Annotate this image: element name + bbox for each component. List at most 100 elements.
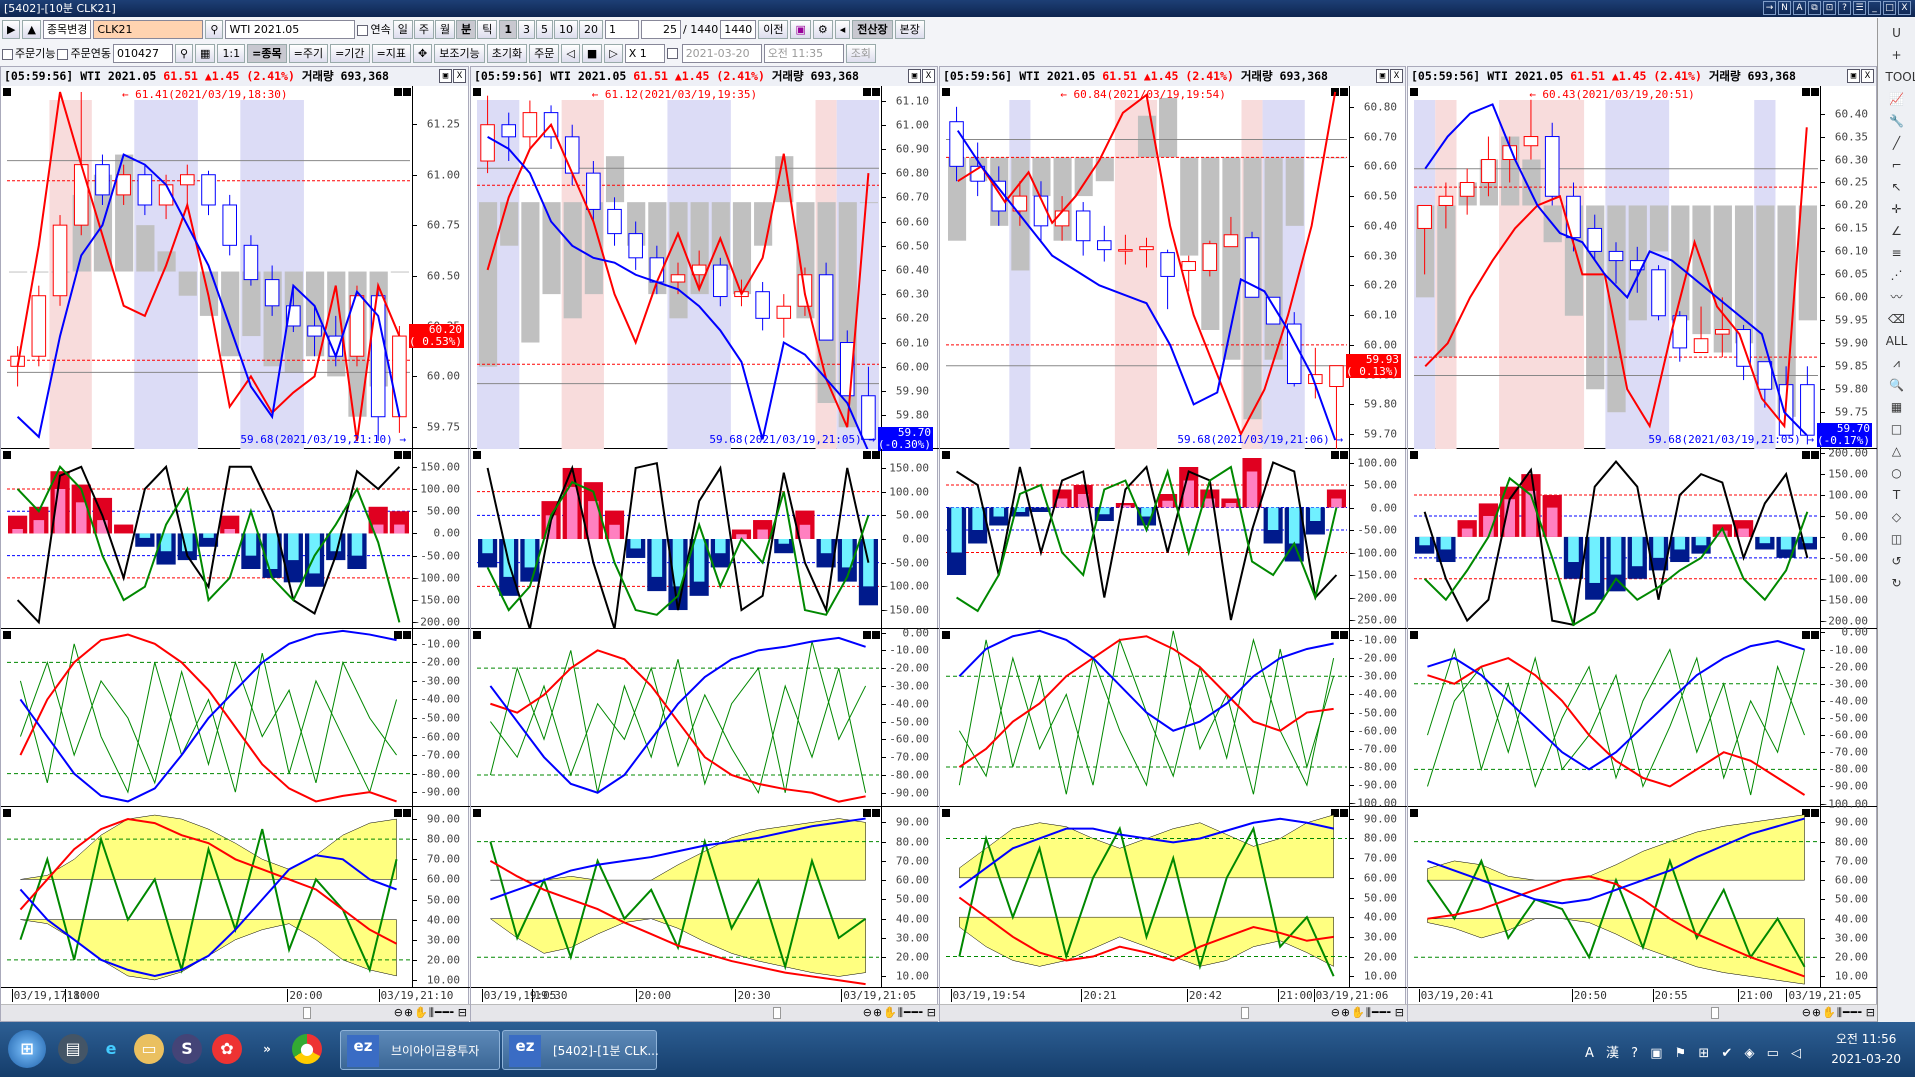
calculator-icon[interactable]: ▦ — [195, 43, 216, 63]
drawing-tool-icon[interactable]: ∠ — [1886, 222, 1908, 241]
order-function-checkbox[interactable]: 주문기능 — [2, 45, 55, 61]
gear-icon[interactable]: ⚙ — [812, 19, 833, 39]
maximize-icon[interactable]: ▣ — [439, 69, 452, 83]
oscillator-subchart[interactable]: 150.00 100.00 50.00 0.00 -50.00 -100.00 -150.0… — [1, 449, 470, 629]
oscillator-subchart[interactable]: 150.00 100.00 50.00 0.00 -50.00 -100.00 -150.0… — [471, 449, 939, 629]
reset-button[interactable]: 초기화 — [486, 43, 528, 63]
subchart-canvas[interactable] — [1414, 807, 1818, 988]
period-tab-0[interactable]: 일 — [392, 19, 413, 39]
window-control-button[interactable]: ☰ — [1853, 1, 1866, 15]
horizontal-scrollbar[interactable]: ⊖⊕✋⫼━━╸⊟ — [940, 1004, 1407, 1021]
more-icon[interactable]: » — [252, 1034, 282, 1064]
symbol-change-select[interactable]: 종목변경 — [42, 19, 92, 39]
window-control-button[interactable]: ⧉ — [1808, 1, 1821, 15]
drawing-tool-icon[interactable]: U — [1886, 24, 1908, 43]
time-picker[interactable]: 오전 11:35 — [763, 43, 844, 63]
interval-button-4[interactable]: 20 — [579, 19, 604, 39]
subchart-canvas[interactable] — [1414, 449, 1818, 629]
subchart-canvas[interactable] — [946, 807, 1347, 988]
window-control-button[interactable]: ⊡ — [1823, 1, 1836, 15]
stochastic-subchart[interactable]: 90.00 80.00 70.00 60.00 50.00 40.00 30.00 20.00… — [471, 807, 939, 988]
drawing-tool-icon[interactable]: 〰 — [1886, 288, 1908, 307]
clock[interactable]: 오전 11:56 2021-03-20 — [1831, 1029, 1901, 1069]
subchart-canvas[interactable] — [946, 449, 1347, 629]
maximize-icon[interactable]: ▣ — [1376, 69, 1389, 83]
drawing-tool-icon[interactable]: ╱ — [1886, 134, 1908, 153]
momentum-subchart[interactable]: -10.00 -20.00 -30.00 -40.00 -50.00 -60.00 -70.… — [1, 629, 470, 807]
oscillator-subchart[interactable]: 100.00 50.00 0.00 -50.00 -100.00 -150.00 -200.… — [940, 449, 1407, 629]
price-subchart[interactable]: 60.80 60.70 60.60 60.50 60.40 60.30 60.20 60.10… — [940, 86, 1407, 449]
close-icon[interactable]: X — [453, 69, 466, 83]
total-input[interactable]: 1440 — [720, 19, 757, 39]
nav-icon[interactable]: ▶ — [2, 19, 21, 39]
zoom-in-icon[interactable]: ⊕ — [1812, 1006, 1822, 1019]
momentum-subchart[interactable]: 0.00 -10.00 -20.00 -30.00 -40.00 -50.00 -60.00… — [1408, 626, 1878, 810]
period-tab-1[interactable]: 주 — [413, 19, 434, 39]
window-control-button[interactable]: X — [1898, 1, 1911, 15]
drawing-tool-icon[interactable]: ⩘ — [1886, 354, 1908, 373]
stochastic-subchart[interactable]: 90.00 80.00 70.00 60.00 50.00 40.00 30.00 20.00… — [940, 807, 1407, 988]
drawing-tool-icon[interactable]: 🔍 — [1886, 376, 1908, 395]
close-icon[interactable]: X — [1390, 69, 1403, 83]
save-icon[interactable]: ▣ — [790, 19, 811, 39]
pan-hand-icon[interactable]: ✋ — [1351, 1006, 1366, 1019]
indicator-button[interactable]: =지표 — [371, 43, 412, 63]
zoom-select[interactable]: X 1 — [624, 43, 665, 63]
scroll-thumb[interactable] — [772, 1007, 781, 1019]
period-tab-3[interactable]: 분 — [456, 19, 477, 39]
subchart-canvas[interactable] — [477, 807, 879, 988]
scroll-thumb[interactable] — [1711, 1007, 1719, 1019]
split-icon[interactable]: ⊟ — [458, 1006, 468, 1019]
cycle-button[interactable]: =주기 — [288, 43, 329, 63]
app-s-icon[interactable]: S — [172, 1034, 202, 1064]
close-icon[interactable]: X — [922, 69, 935, 83]
oscillator-subchart[interactable]: 200.00 150.00 100.00 50.00 0.00 -50.00 -100.00… — [1408, 447, 1878, 629]
pan-hand-icon[interactable]: ✋ — [883, 1006, 898, 1019]
zoom-slider[interactable]: ━━╸ — [435, 1006, 458, 1019]
order-link-checkbox[interactable]: 주문연동 — [57, 45, 111, 61]
drawing-tool-icon[interactable]: TOOL — [1886, 68, 1915, 87]
horizontal-scrollbar[interactable]: ⊖⊕✋⫼━━╸⊟ — [1408, 1004, 1878, 1021]
horizontal-scrollbar[interactable]: ⊖⊕✋⫼━━╸⊟ — [1, 1004, 470, 1021]
pan-hand-icon[interactable]: ✋ — [414, 1006, 429, 1019]
window-control-button[interactable]: A — [1793, 1, 1806, 15]
symbol-code-input[interactable]: CLK21 — [93, 19, 204, 39]
zoom-slider[interactable]: ━━╸ — [904, 1006, 927, 1019]
period-tab-2[interactable]: 월 — [434, 19, 456, 39]
zoom-out-icon[interactable]: ⊖ — [863, 1006, 873, 1019]
maximize-icon[interactable]: ▣ — [908, 69, 921, 83]
zoom-out-icon[interactable]: ⊖ — [394, 1006, 404, 1019]
drawing-tool-icon[interactable]: ✛ — [1886, 200, 1908, 219]
one-to-one-icon[interactable]: 1:1 — [217, 43, 246, 63]
drawing-tool-icon[interactable]: 🔧 — [1886, 112, 1908, 131]
maximize-icon[interactable]: ▣ — [1847, 69, 1860, 83]
aux-button[interactable]: 보조기능 — [434, 43, 485, 63]
subchart-canvas[interactable] — [1414, 629, 1818, 807]
split-icon[interactable]: ⊟ — [927, 1006, 937, 1019]
drawing-tool-icon[interactable]: ↖ — [1886, 178, 1908, 197]
chrome-icon[interactable]: ● — [292, 1034, 322, 1064]
subchart-canvas[interactable] — [477, 86, 879, 449]
scroll-thumb[interactable] — [303, 1007, 312, 1019]
subchart-canvas[interactable] — [7, 807, 410, 988]
pan-hand-icon[interactable]: ✋ — [1822, 1006, 1837, 1019]
price-subchart[interactable]: 60.40 60.35 60.30 60.25 60.20 60.15 60.10 60.05… — [1408, 86, 1878, 449]
system-tray-icons[interactable]: A 漢 ? ▣ ⚑ ⊞ ✔ ◈ ▭ ◁ — [1585, 1042, 1805, 1061]
zoom-in-icon[interactable]: ⊕ — [404, 1006, 414, 1019]
drawing-tool-icon[interactable]: ↺ — [1886, 552, 1908, 571]
drawing-tool-icon[interactable]: 📈 — [1886, 90, 1908, 109]
zoom-out-icon[interactable]: ⊖ — [1331, 1006, 1341, 1019]
date-picker[interactable]: 2021-03-20 — [681, 43, 762, 63]
window-control-button[interactable]: → — [1763, 1, 1776, 15]
fullscreen-button[interactable]: 전산장 — [852, 19, 893, 39]
zoom-slider[interactable]: ━━╸ — [1843, 1006, 1866, 1019]
subchart-canvas[interactable] — [477, 629, 879, 807]
continuous-checkbox[interactable]: 연속 — [357, 21, 391, 37]
momentum-subchart[interactable]: 0.00 -10.00 -20.00 -30.00 -40.00 -50.00 -60.00… — [471, 626, 939, 807]
item-button[interactable]: =종목 — [247, 43, 287, 63]
task-button-2[interactable]: ez [5402]-[1분 CLK... — [502, 1030, 659, 1070]
order-button[interactable]: 주문 — [529, 43, 560, 63]
drawing-tool-icon[interactable]: ALL — [1886, 332, 1908, 351]
folder-icon[interactable]: ▭ — [134, 1034, 164, 1064]
drawing-tool-icon[interactable]: ⋰ — [1886, 266, 1908, 285]
